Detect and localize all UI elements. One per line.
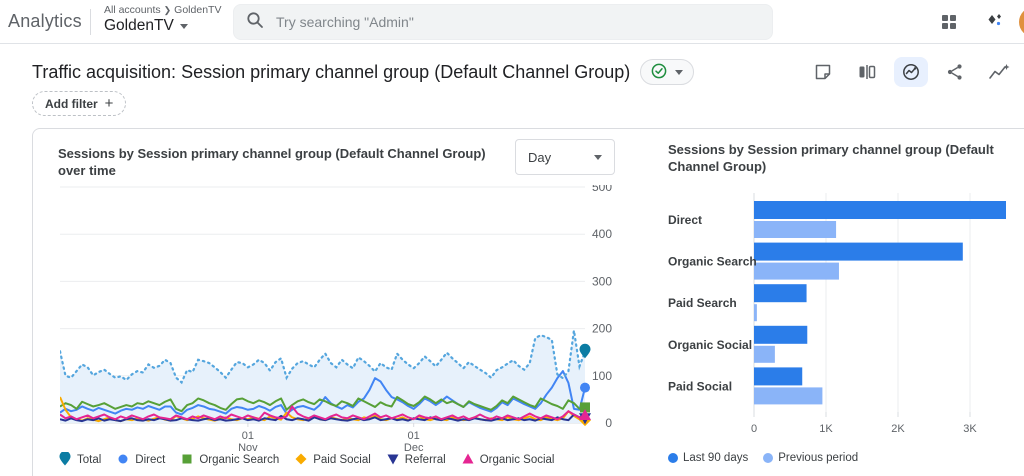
analytics-app: Analytics All accounts ❯ GoldenTV Golden… bbox=[0, 0, 1024, 476]
legend-item-referral: Referral bbox=[386, 452, 446, 467]
share-icon[interactable] bbox=[938, 57, 972, 87]
analytics-logo[interactable]: Analytics bbox=[8, 11, 82, 32]
sessions-by-channel-chart: 0 1K 2K 3K Direct Organic Search Paid Search Or… bbox=[668, 185, 1024, 445]
gemini-sparkle-icon[interactable] bbox=[984, 11, 1006, 33]
line-chart-title: Sessions by Session primary channel grou… bbox=[58, 145, 508, 179]
user-avatar[interactable] bbox=[1019, 7, 1024, 37]
circle-marker bbox=[580, 383, 590, 393]
reporting-snapshot-icon[interactable] bbox=[894, 57, 928, 87]
category-label: Organic Social bbox=[668, 338, 752, 352]
insights-icon[interactable] bbox=[982, 57, 1016, 87]
header-actions bbox=[940, 0, 1006, 44]
legend-label: Referral bbox=[405, 454, 446, 466]
bar-previous-paid-search bbox=[754, 304, 757, 321]
y-axis-label: 0 bbox=[605, 416, 612, 430]
all-accounts-label: All accounts bbox=[104, 4, 161, 16]
legend-item-previous-period: Previous period bbox=[763, 452, 858, 464]
square-marker bbox=[183, 455, 192, 464]
bar-chart-title: Sessions by Session primary channel grou… bbox=[668, 141, 1016, 175]
line-chart-legend: Total Direct Organic Search Paid Social Refe… bbox=[58, 452, 554, 467]
y-axis-label: 400 bbox=[592, 227, 612, 241]
bar-previous-direct bbox=[754, 221, 836, 238]
app-header: Analytics All accounts ❯ GoldenTV Golden… bbox=[0, 0, 1024, 44]
y-axis-label: 200 bbox=[592, 322, 612, 336]
x-axis-label: Dec bbox=[404, 442, 424, 451]
legend-label: Direct bbox=[135, 454, 165, 466]
chevron-down-icon bbox=[180, 24, 188, 29]
legend-dot bbox=[668, 453, 678, 463]
search-icon bbox=[246, 11, 264, 34]
chevron-down-icon bbox=[675, 70, 683, 75]
category-label: Paid Search bbox=[668, 296, 737, 310]
x-axis-label: 01 bbox=[242, 430, 254, 442]
plus-icon: + bbox=[105, 95, 114, 112]
legend-item-last-90-days: Last 90 days bbox=[668, 452, 748, 464]
y-axis-label: 300 bbox=[592, 274, 612, 288]
y-axis-label: 500 bbox=[592, 185, 612, 194]
property-name: GoldenTV bbox=[104, 17, 174, 35]
bar-previous-organic-social bbox=[754, 346, 775, 363]
granularity-value: Day bbox=[528, 150, 551, 165]
legend-label: Total bbox=[77, 454, 101, 466]
add-filter-button[interactable]: Add filter + bbox=[32, 91, 126, 116]
x-axis-label: 0 bbox=[751, 423, 757, 435]
chevron-right-icon: ❯ bbox=[164, 5, 172, 16]
bar-previous-paid-social bbox=[754, 387, 822, 404]
legend-label: Organic Search bbox=[199, 454, 279, 466]
chevron-down-icon bbox=[594, 155, 602, 160]
property-selector[interactable]: GoldenTV bbox=[104, 17, 221, 35]
account-name-label: GoldenTV bbox=[174, 4, 221, 16]
account-breadcrumb: All accounts ❯ GoldenTV bbox=[104, 4, 221, 16]
add-filter-label: Add filter bbox=[45, 97, 98, 111]
legend-item-direct: Direct bbox=[116, 452, 165, 467]
category-label: Direct bbox=[668, 213, 702, 227]
bar-current-direct bbox=[754, 201, 1006, 219]
bar-previous-organic-search bbox=[754, 263, 839, 280]
edit-comparison-icon[interactable] bbox=[850, 57, 884, 87]
legend-item-organic-social: Organic Social bbox=[461, 452, 555, 467]
data-quality-badge[interactable] bbox=[640, 59, 694, 85]
x-axis-label: Nov bbox=[238, 442, 258, 451]
report-toolbar bbox=[806, 56, 1016, 88]
pin-marker bbox=[60, 452, 71, 466]
account-switcher[interactable]: All accounts ❯ GoldenTV GoldenTV bbox=[104, 4, 221, 35]
bar-current-organic-search bbox=[754, 243, 963, 261]
total-area-fill bbox=[60, 330, 585, 423]
legend-label: Previous period bbox=[778, 452, 858, 464]
granularity-select[interactable]: Day bbox=[515, 139, 615, 175]
bar-chart-legend: Last 90 days Previous period bbox=[668, 452, 858, 464]
legend-label: Paid Social bbox=[313, 454, 371, 466]
category-label: Organic Search bbox=[668, 255, 757, 269]
category-label: Paid Social bbox=[668, 379, 732, 393]
verified-check-icon bbox=[651, 63, 667, 82]
bar-current-paid-search bbox=[754, 284, 807, 302]
sessions-over-time-chart: 010020030040050001Nov01Dec bbox=[60, 185, 620, 451]
triangle-up-marker bbox=[462, 454, 473, 464]
legend-item-organic-search: Organic Search bbox=[180, 452, 279, 467]
legend-label: Last 90 days bbox=[683, 452, 748, 464]
x-axis-label: 1K bbox=[819, 423, 833, 435]
pin-marker bbox=[580, 344, 591, 359]
circle-marker bbox=[119, 455, 128, 464]
search-input[interactable] bbox=[276, 14, 760, 30]
bar-current-organic-social bbox=[754, 326, 807, 344]
legend-label: Organic Social bbox=[480, 454, 555, 466]
diamond-marker bbox=[296, 454, 307, 465]
x-axis-label: 2K bbox=[891, 423, 905, 435]
x-axis-label: 3K bbox=[963, 423, 977, 435]
legend-item-paid-social: Paid Social bbox=[294, 452, 371, 467]
notes-icon[interactable] bbox=[806, 57, 840, 87]
header-divider bbox=[90, 9, 91, 35]
y-axis-label: 100 bbox=[592, 369, 612, 383]
x-axis-label: 01 bbox=[408, 430, 420, 442]
bar-current-paid-social bbox=[754, 367, 802, 385]
page-title: Traffic acquisition: Session primary cha… bbox=[32, 62, 630, 83]
search-bar[interactable] bbox=[233, 4, 773, 40]
legend-dot bbox=[763, 453, 773, 463]
apps-grid-icon[interactable] bbox=[940, 13, 958, 31]
triangle-down-marker bbox=[387, 455, 398, 465]
legend-item-total: Total bbox=[58, 452, 101, 467]
